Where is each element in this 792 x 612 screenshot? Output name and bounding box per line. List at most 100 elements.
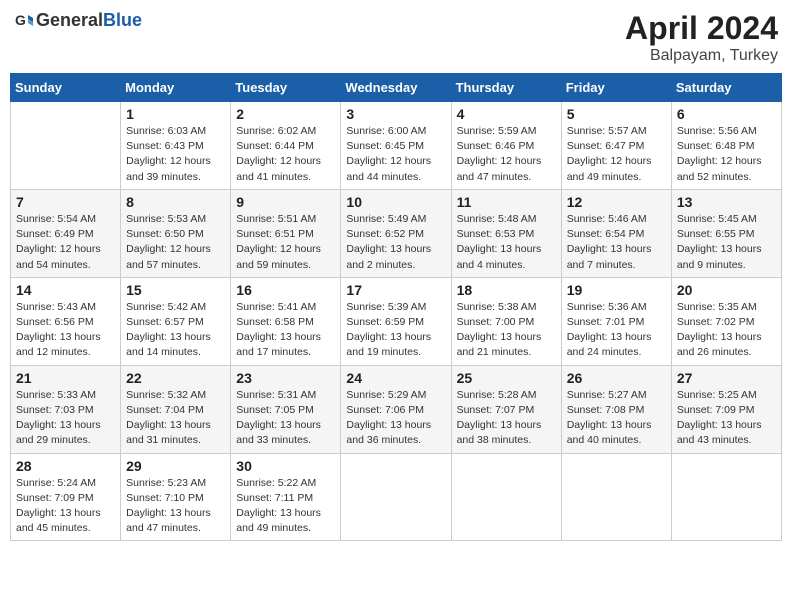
calendar-cell: 25 Sunrise: 5:28 AMSunset: 7:07 PMDayligh…	[451, 365, 561, 453]
svg-text:G: G	[15, 12, 26, 28]
day-detail: Sunrise: 5:27 AMSunset: 7:08 PMDaylight:…	[567, 388, 666, 449]
calendar-cell	[451, 453, 561, 541]
day-number: 1	[126, 106, 225, 122]
page-title: April 2024	[625, 10, 778, 47]
day-detail: Sunrise: 5:23 AMSunset: 7:10 PMDaylight:…	[126, 476, 225, 537]
day-number: 29	[126, 458, 225, 474]
calendar-cell: 6Sunrise: 5:56 AMSunset: 6:48 PMDaylight…	[671, 102, 781, 190]
calendar-cell: 29 Sunrise: 5:23 AMSunset: 7:10 PMDayligh…	[121, 453, 231, 541]
day-number: 5	[567, 106, 666, 122]
day-number: 12	[567, 194, 666, 210]
day-detail: Sunrise: 5:43 AMSunset: 6:56 PMDaylight:…	[16, 300, 115, 361]
day-number: 23	[236, 370, 335, 386]
day-number: 28	[16, 458, 115, 474]
day-number: 2	[236, 106, 335, 122]
calendar-cell: 17 Sunrise: 5:39 AMSunset: 6:59 PMDayligh…	[341, 277, 451, 365]
day-number: 13	[677, 194, 776, 210]
calendar-cell: 11 Sunrise: 5:48 AMSunset: 6:53 PMDayligh…	[451, 189, 561, 277]
day-number: 24	[346, 370, 445, 386]
page-header: G GeneralBlue April 2024 Balpayam, Turke…	[10, 10, 782, 65]
calendar-cell: 12Sunrise: 5:46 AMSunset: 6:54 PMDayligh…	[561, 189, 671, 277]
day-detail: Sunrise: 5:35 AMSunset: 7:02 PMDaylight:…	[677, 300, 776, 361]
day-number: 17	[346, 282, 445, 298]
calendar-cell: 14 Sunrise: 5:43 AMSunset: 6:56 PMDayligh…	[11, 277, 121, 365]
day-header-saturday: Saturday	[671, 74, 781, 102]
calendar-table: SundayMondayTuesdayWednesdayThursdayFrid…	[10, 73, 782, 541]
day-detail: Sunrise: 5:31 AMSunset: 7:05 PMDaylight:…	[236, 388, 335, 449]
logo-general: General	[36, 10, 103, 30]
logo-text: GeneralBlue	[36, 10, 142, 31]
day-number: 14	[16, 282, 115, 298]
day-header-friday: Friday	[561, 74, 671, 102]
calendar-cell: 23 Sunrise: 5:31 AMSunset: 7:05 PMDayligh…	[231, 365, 341, 453]
calendar-cell	[341, 453, 451, 541]
day-detail: Sunrise: 5:54 AMSunset: 6:49 PMDaylight:…	[16, 212, 115, 273]
calendar-cell: 28 Sunrise: 5:24 AMSunset: 7:09 PMDayligh…	[11, 453, 121, 541]
calendar-cell: 3Sunrise: 6:00 AMSunset: 6:45 PMDaylight…	[341, 102, 451, 190]
title-block: April 2024 Balpayam, Turkey	[625, 10, 778, 65]
calendar-cell: 27Sunrise: 5:25 AMSunset: 7:09 PMDayligh…	[671, 365, 781, 453]
day-number: 8	[126, 194, 225, 210]
calendar-cell: 4Sunrise: 5:59 AMSunset: 6:46 PMDaylight…	[451, 102, 561, 190]
calendar-cell: 21Sunrise: 5:33 AMSunset: 7:03 PMDayligh…	[11, 365, 121, 453]
calendar-cell: 9 Sunrise: 5:51 AMSunset: 6:51 PMDaylight…	[231, 189, 341, 277]
calendar-cell: 22 Sunrise: 5:32 AMSunset: 7:04 PMDayligh…	[121, 365, 231, 453]
logo-icon: G	[14, 11, 34, 31]
day-detail: Sunrise: 5:38 AMSunset: 7:00 PMDaylight:…	[457, 300, 556, 361]
calendar-week-row: 28 Sunrise: 5:24 AMSunset: 7:09 PMDayligh…	[11, 453, 782, 541]
calendar-week-row: 1 Sunrise: 6:03 AMSunset: 6:43 PMDaylight…	[11, 102, 782, 190]
day-detail: Sunrise: 5:32 AMSunset: 7:04 PMDaylight:…	[126, 388, 225, 449]
day-detail: Sunrise: 5:59 AMSunset: 6:46 PMDaylight:…	[457, 124, 556, 185]
day-number: 16	[236, 282, 335, 298]
day-number: 3	[346, 106, 445, 122]
day-number: 30	[236, 458, 335, 474]
day-detail: Sunrise: 5:28 AMSunset: 7:07 PMDaylight:…	[457, 388, 556, 449]
day-number: 25	[457, 370, 556, 386]
day-detail: Sunrise: 5:48 AMSunset: 6:53 PMDaylight:…	[457, 212, 556, 273]
day-number: 22	[126, 370, 225, 386]
day-detail: Sunrise: 5:39 AMSunset: 6:59 PMDaylight:…	[346, 300, 445, 361]
calendar-cell: 15 Sunrise: 5:42 AMSunset: 6:57 PMDayligh…	[121, 277, 231, 365]
calendar-week-row: 21Sunrise: 5:33 AMSunset: 7:03 PMDayligh…	[11, 365, 782, 453]
calendar-cell	[11, 102, 121, 190]
day-detail: Sunrise: 5:29 AMSunset: 7:06 PMDaylight:…	[346, 388, 445, 449]
calendar-week-row: 7 Sunrise: 5:54 AMSunset: 6:49 PMDaylight…	[11, 189, 782, 277]
calendar-cell: 20 Sunrise: 5:35 AMSunset: 7:02 PMDayligh…	[671, 277, 781, 365]
calendar-cell: 24 Sunrise: 5:29 AMSunset: 7:06 PMDayligh…	[341, 365, 451, 453]
calendar-cell: 10Sunrise: 5:49 AMSunset: 6:52 PMDayligh…	[341, 189, 451, 277]
day-number: 20	[677, 282, 776, 298]
day-header-wednesday: Wednesday	[341, 74, 451, 102]
day-detail: Sunrise: 5:42 AMSunset: 6:57 PMDaylight:…	[126, 300, 225, 361]
calendar-cell	[671, 453, 781, 541]
day-number: 15	[126, 282, 225, 298]
logo-blue: Blue	[103, 10, 142, 30]
day-detail: Sunrise: 5:45 AMSunset: 6:55 PMDaylight:…	[677, 212, 776, 273]
day-detail: Sunrise: 5:24 AMSunset: 7:09 PMDaylight:…	[16, 476, 115, 537]
day-detail: Sunrise: 5:25 AMSunset: 7:09 PMDaylight:…	[677, 388, 776, 449]
day-detail: Sunrise: 5:57 AMSunset: 6:47 PMDaylight:…	[567, 124, 666, 185]
calendar-cell: 8 Sunrise: 5:53 AMSunset: 6:50 PMDaylight…	[121, 189, 231, 277]
day-detail: Sunrise: 5:33 AMSunset: 7:03 PMDaylight:…	[16, 388, 115, 449]
day-number: 7	[16, 194, 115, 210]
calendar-cell: 30Sunrise: 5:22 AMSunset: 7:11 PMDayligh…	[231, 453, 341, 541]
day-detail: Sunrise: 5:41 AMSunset: 6:58 PMDaylight:…	[236, 300, 335, 361]
day-detail: Sunrise: 5:56 AMSunset: 6:48 PMDaylight:…	[677, 124, 776, 185]
logo: G GeneralBlue	[14, 10, 142, 31]
day-detail: Sunrise: 6:03 AMSunset: 6:43 PMDaylight:…	[126, 124, 225, 185]
day-number: 19	[567, 282, 666, 298]
day-detail: Sunrise: 6:02 AMSunset: 6:44 PMDaylight:…	[236, 124, 335, 185]
day-number: 11	[457, 194, 556, 210]
day-header-monday: Monday	[121, 74, 231, 102]
calendar-cell: 7 Sunrise: 5:54 AMSunset: 6:49 PMDaylight…	[11, 189, 121, 277]
day-detail: Sunrise: 5:53 AMSunset: 6:50 PMDaylight:…	[126, 212, 225, 273]
day-header-sunday: Sunday	[11, 74, 121, 102]
day-detail: Sunrise: 5:51 AMSunset: 6:51 PMDaylight:…	[236, 212, 335, 273]
day-number: 9	[236, 194, 335, 210]
day-number: 18	[457, 282, 556, 298]
page-subtitle: Balpayam, Turkey	[625, 47, 778, 65]
calendar-cell	[561, 453, 671, 541]
calendar-cell: 13 Sunrise: 5:45 AMSunset: 6:55 PMDayligh…	[671, 189, 781, 277]
day-number: 26	[567, 370, 666, 386]
calendar-cell: 19Sunrise: 5:36 AMSunset: 7:01 PMDayligh…	[561, 277, 671, 365]
calendar-cell: 16 Sunrise: 5:41 AMSunset: 6:58 PMDayligh…	[231, 277, 341, 365]
